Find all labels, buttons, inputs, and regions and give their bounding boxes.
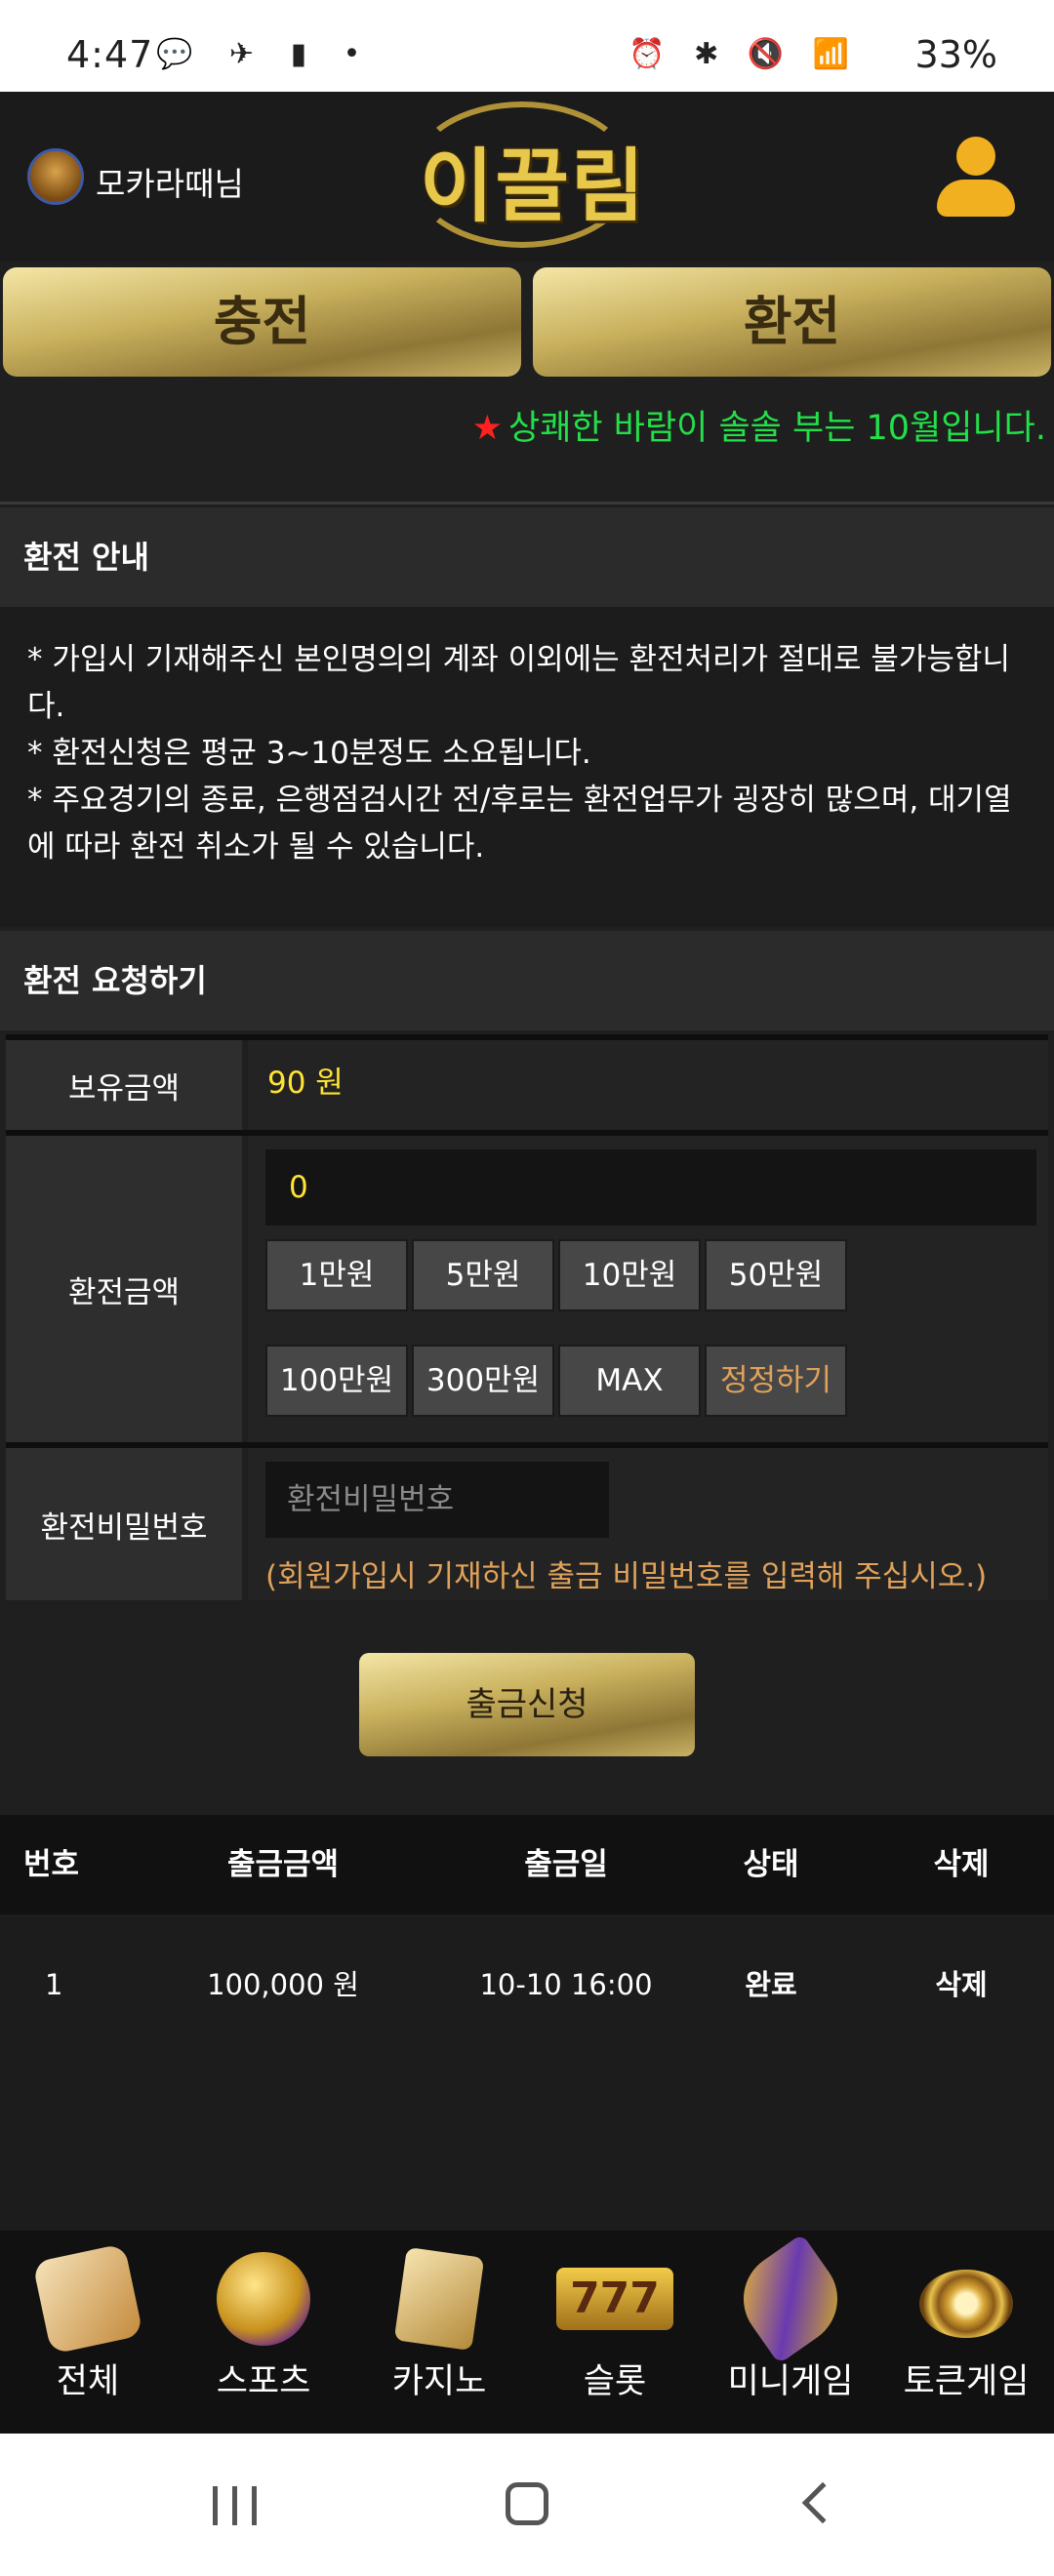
holding-amount: 90 원	[267, 1066, 344, 1101]
roulette-icon	[919, 2270, 1013, 2338]
soccer-ball-icon	[217, 2252, 310, 2346]
app-header: 모카라때님 이끌림	[0, 92, 1054, 262]
col-header-date: 출금일	[524, 1847, 608, 1882]
exchange-info-box: * 가입시 기재해주신 본인명의의 계좌 이외에는 환전처리가 절대로 불가능합…	[0, 607, 1054, 927]
info-line: * 주요경기의 종료, 은행점검시간 전/후로는 환전업무가 굉장히 많으며, …	[27, 783, 1012, 865]
chip-3m-button[interactable]: 300만원	[412, 1345, 554, 1417]
password-hint: (회원가입시 기재하신 출금 비밀번호를 입력해 주십시오.)	[265, 1559, 988, 1594]
status-bar: 4:47 💬 ✈ ▮ • ⏰ ✱ 🔇 📶 33%	[0, 0, 1054, 92]
col-header-number: 번호	[23, 1847, 80, 1882]
col-header-amount: 출금금액	[226, 1847, 340, 1882]
dice-icon	[32, 2243, 143, 2355]
withdraw-request-button[interactable]: 출금신청	[359, 1653, 695, 1756]
chip-500k-button[interactable]: 50만원	[705, 1239, 847, 1311]
reset-button[interactable]: 정정하기	[705, 1345, 847, 1417]
system-icons: ⏰ ✱ 🔇 📶	[628, 37, 859, 71]
back-icon[interactable]	[801, 2481, 844, 2524]
chip-10k-button[interactable]: 1만원	[265, 1239, 408, 1311]
slot-777-icon: 777	[556, 2268, 673, 2330]
system-nav-bar	[0, 2434, 1054, 2576]
history-table-header: 번호 출금금액 출금일 상태 삭제	[0, 1815, 1054, 1914]
nav-item-token-game[interactable]: 토큰게임	[878, 2231, 1054, 2434]
nav-item-slot[interactable]: 777 슬롯	[527, 2231, 703, 2434]
row-delete-button[interactable]: 삭제	[898, 1944, 1025, 2026]
chip-1m-button[interactable]: 100만원	[265, 1345, 408, 1417]
row-number: 1	[45, 1968, 63, 2001]
home-icon[interactable]	[506, 2482, 548, 2525]
holding-row: 보유금액 90 원	[6, 1034, 1048, 1130]
row-status: 완료	[745, 1968, 797, 2001]
nav-item-sports[interactable]: 스포츠	[176, 2231, 351, 2434]
exchange-info-title: 환전 안내	[0, 507, 1054, 607]
password-row: 환전비밀번호 환전비밀번호 (회원가입시 기재하신 출금 비밀번호를 입력해 주…	[6, 1442, 1048, 1600]
chip-100k-button[interactable]: 10만원	[558, 1239, 701, 1311]
table-row: 1 100,000 원 10-10 16:00 완료 삭제	[0, 1914, 1054, 2231]
profile-icon[interactable]	[937, 137, 1015, 221]
amount-row: 환전금액 0 1만원 5만원 10만원 50만원 100만원 300만원 MAX…	[6, 1130, 1048, 1442]
charge-button[interactable]: 충전	[3, 267, 521, 377]
amount-label: 환전금액	[6, 1136, 242, 1442]
nav-label: 카지노	[391, 2362, 487, 2401]
notice-marquee: ★ 상쾌한 바람이 솔솔 부는 10월입니다.	[472, 400, 1046, 450]
nav-label: 스포츠	[216, 2362, 311, 2401]
profile-icon-head	[956, 137, 995, 176]
notice-text: 상쾌한 바람이 솔솔 부는 10월입니다.	[508, 409, 1046, 448]
playing-cards-icon	[393, 2246, 485, 2352]
row-date: 10-10 16:00	[479, 1968, 653, 2001]
password-label: 환전비밀번호	[6, 1448, 242, 1600]
exchange-request-title: 환전 요청하기	[0, 931, 1054, 1030]
nav-item-minigame[interactable]: 미니게임	[703, 2231, 878, 2434]
row-amount: 100,000 원	[207, 1968, 359, 2001]
exchange-button[interactable]: 환전	[533, 267, 1051, 377]
info-line: * 가입시 기재해주신 본인명의의 계좌 이외에는 환전처리가 절대로 불가능합…	[27, 642, 1010, 724]
col-header-delete: 삭제	[933, 1847, 990, 1882]
rocket-icon	[725, 2234, 856, 2364]
nav-item-all[interactable]: 전체	[0, 2231, 176, 2434]
nav-label: 미니게임	[727, 2362, 854, 2401]
holding-label: 보유금액	[6, 1040, 242, 1130]
bottom-game-nav: 전체 스포츠 카지노 777 슬롯 미니게임 토큰게임	[0, 2231, 1054, 2434]
divider	[0, 502, 1054, 504]
password-cell: 환전비밀번호 (회원가입시 기재하신 출금 비밀번호를 입력해 주십시오.)	[248, 1448, 1048, 1600]
notification-icons: 💬 ✈ ▮ •	[156, 37, 375, 71]
password-input[interactable]: 환전비밀번호	[265, 1462, 609, 1538]
battery-level: 33%	[914, 33, 997, 76]
amount-input[interactable]: 0	[265, 1149, 1036, 1226]
nav-label: 전체	[56, 2362, 120, 2401]
star-icon: ★	[471, 409, 504, 448]
profile-icon-body	[937, 180, 1015, 217]
rank-badge-icon	[27, 148, 84, 205]
recent-apps-icon[interactable]	[213, 2486, 258, 2525]
username[interactable]: 모카라때님	[96, 158, 244, 205]
status-time: 4:47	[66, 33, 154, 76]
info-line: * 환전신청은 평균 3~10분정도 소요됩니다.	[27, 736, 591, 771]
nav-label: 슬롯	[583, 2362, 647, 2401]
site-logo[interactable]: 이끌림	[420, 121, 646, 237]
col-header-status: 상태	[743, 1847, 799, 1882]
chip-50k-button[interactable]: 5만원	[412, 1239, 554, 1311]
nav-item-casino[interactable]: 카지노	[351, 2231, 527, 2434]
holding-cell: 90 원	[248, 1040, 1048, 1130]
nav-label: 토큰게임	[903, 2362, 1030, 2401]
chip-max-button[interactable]: MAX	[558, 1345, 701, 1417]
amount-cell: 0 1만원 5만원 10만원 50만원 100만원 300만원 MAX 정정하기	[248, 1136, 1048, 1442]
